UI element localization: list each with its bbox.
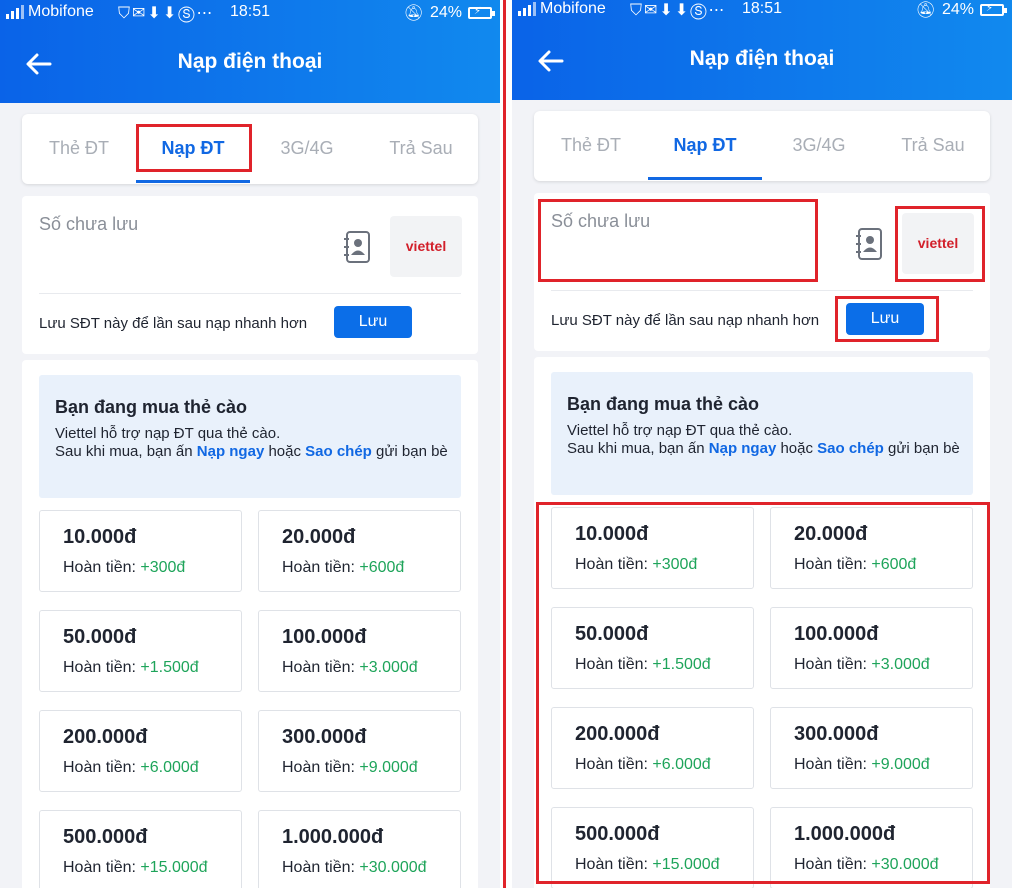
nap-ngay-link[interactable]: Nạp ngay — [197, 443, 265, 460]
carrier-name: Mobifone — [540, 0, 606, 17]
active-tab-indicator — [648, 177, 762, 180]
contacts-icon[interactable] — [343, 230, 373, 264]
denomination-option[interactable]: 100.000đ Hoàn tiền: +3.000đ — [258, 610, 461, 692]
status-bar: Mobifone ⛉✉⬇⬇Ⓢ⋯ 18:51 🔕︎ 24% ⚡︎ — [512, 0, 1012, 21]
tab-3g-4g[interactable]: 3G/4G — [762, 135, 876, 156]
info-box: Bạn đang mua thẻ cào Viettel hỗ trợ nạp … — [39, 375, 461, 498]
viettel-logo[interactable]: viettel — [390, 216, 462, 277]
battery-icon: ⚡︎ — [468, 6, 495, 19]
status-bar: Mobifone ⛉✉⬇⬇Ⓢ⋯ 18:51 🔕︎ 24% ⚡︎ — [0, 0, 500, 24]
panel-divider — [500, 0, 512, 888]
battery-percent: 24% — [941, 1, 974, 18]
denomination-card: Bạn đang mua thẻ cào Viettel hỗ trợ nạp … — [22, 360, 478, 888]
save-number-text: Lưu SĐT này để lần sau nạp nhanh hơn — [551, 312, 820, 329]
save-number-text: Lưu SĐT này để lần sau nạp nhanh hơn — [39, 315, 308, 332]
sao-chep-link[interactable]: Sao chép — [817, 440, 884, 457]
screenshot-left: Mobifone ⛉✉⬇⬇Ⓢ⋯ 18:51 🔕︎ 24% ⚡︎ Nạp điện… — [0, 0, 500, 888]
clock: 18:51 — [230, 3, 271, 20]
page-title: Nạp điện thoại — [689, 47, 835, 70]
tab-the-dt[interactable]: Thẻ ĐT — [534, 135, 648, 156]
alarm-off-icon: 🔕︎ — [403, 5, 424, 22]
highlight-box — [835, 296, 939, 342]
tab-tra-sau[interactable]: Trả Sau — [364, 138, 478, 159]
tab-bar: Thẻ ĐT Nạp ĐT 3G/4G Trả Sau — [534, 111, 990, 181]
battery-percent: 24% — [429, 4, 462, 21]
denomination-option[interactable]: 1.000.000đ Hoàn tiền: +30.000đ — [258, 810, 461, 888]
page-title: Nạp điện thoại — [177, 50, 323, 73]
denomination-option[interactable]: 50.000đ Hoàn tiền: +1.500đ — [39, 610, 242, 692]
app-header: Mobifone ⛉✉⬇⬇Ⓢ⋯ 18:51 🔕︎ 24% ⚡︎ Nạp điện… — [512, 0, 1012, 100]
denomination-option[interactable]: 300.000đ Hoàn tiền: +9.000đ — [258, 710, 461, 792]
save-button[interactable]: Lưu — [334, 306, 412, 338]
divider — [39, 293, 461, 294]
info-text: Viettel hỗ trợ nạp ĐT qua thẻ cào. Sau k… — [567, 422, 960, 457]
divider — [551, 290, 973, 291]
carrier-name: Mobifone — [28, 3, 94, 20]
phone-input-card: Số chưa lưu viettel Lưu SĐT này để lần s… — [22, 196, 478, 354]
active-tab-indicator — [136, 180, 250, 183]
denomination-option[interactable]: 20.000đ Hoàn tiền: +600đ — [258, 510, 461, 592]
screenshot-right: Mobifone ⛉✉⬇⬇Ⓢ⋯ 18:51 🔕︎ 24% ⚡︎ Nạp điện… — [512, 0, 1012, 888]
info-text: Viettel hỗ trợ nạp ĐT qua thẻ cào. Sau k… — [55, 425, 448, 460]
sao-chep-link[interactable]: Sao chép — [305, 443, 372, 460]
alarm-off-icon: 🔕︎ — [915, 2, 936, 19]
battery-icon: ⚡︎ — [980, 3, 1007, 16]
phone-number-input[interactable]: Số chưa lưu — [39, 214, 138, 235]
tab-3g-4g[interactable]: 3G/4G — [250, 138, 364, 159]
signal-icon — [6, 5, 24, 19]
notification-icons: ⛉✉⬇⬇Ⓢ⋯ — [630, 2, 727, 19]
nap-ngay-link[interactable]: Nạp ngay — [709, 440, 777, 457]
highlight-box — [136, 124, 252, 172]
denomination-option[interactable]: 10.000đ Hoàn tiền: +300đ — [39, 510, 242, 592]
contacts-icon[interactable] — [855, 227, 885, 261]
info-title: Bạn đang mua thẻ cào — [567, 394, 760, 414]
highlight-box — [538, 199, 818, 282]
signal-icon — [518, 2, 536, 16]
denomination-option[interactable]: 500.000đ Hoàn tiền: +15.000đ — [39, 810, 242, 888]
highlight-box — [895, 206, 985, 282]
app-header: Mobifone ⛉✉⬇⬇Ⓢ⋯ 18:51 🔕︎ 24% ⚡︎ Nạp điện… — [0, 0, 500, 103]
tab-the-dt[interactable]: Thẻ ĐT — [22, 138, 136, 159]
highlight-box — [536, 502, 990, 884]
info-title: Bạn đang mua thẻ cào — [55, 397, 248, 417]
denomination-option[interactable]: 200.000đ Hoàn tiền: +6.000đ — [39, 710, 242, 792]
info-box: Bạn đang mua thẻ cào Viettel hỗ trợ nạp … — [551, 372, 973, 495]
tab-nap-dt[interactable]: Nạp ĐT — [648, 135, 762, 156]
clock: 18:51 — [742, 0, 783, 17]
tab-tra-sau[interactable]: Trả Sau — [876, 135, 990, 156]
notification-icons: ⛉✉⬇⬇Ⓢ⋯ — [118, 5, 215, 22]
